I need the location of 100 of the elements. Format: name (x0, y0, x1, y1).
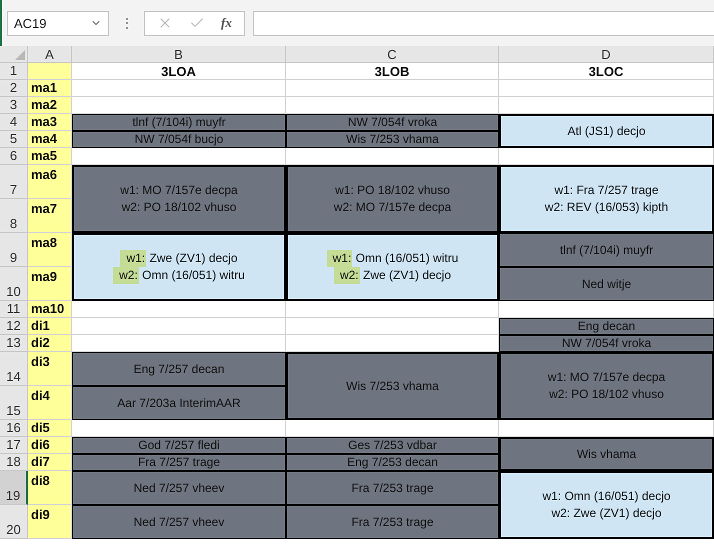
lesson-cell[interactable]: Fra 7/253 trage (286, 471, 499, 505)
period-label: ma8 (28, 233, 72, 267)
week-tag: w1: (120, 250, 146, 267)
row-header[interactable]: 10 (0, 267, 28, 301)
period-label: di6 (28, 437, 72, 454)
row-header[interactable]: 9 (0, 233, 28, 267)
period-label: ma3 (28, 114, 72, 131)
lesson-cell[interactable]: God 7/257 fledi (72, 437, 286, 454)
row-header[interactable]: 2 (0, 80, 28, 97)
period-label: ma4 (28, 131, 72, 148)
lesson-text: God 7/257 fledi (138, 437, 220, 454)
lesson-text: Zwe (ZV1) decjo (148, 250, 238, 267)
column-header[interactable]: B (72, 46, 286, 63)
row-header[interactable]: 3 (0, 97, 28, 114)
lesson-text: NW 7/054f vroka (348, 114, 438, 131)
lesson-cell[interactable]: Ned 7/257 vheev (72, 505, 286, 539)
lesson-cell[interactable]: Wis 7/253 vhama (286, 131, 499, 148)
lesson-text: Omn (16/051) witru (141, 267, 245, 284)
lesson-text: Wis 7/253 vhama (346, 378, 439, 394)
row-header[interactable]: 17 (0, 437, 28, 454)
period-label: di8 (28, 471, 72, 505)
period-label: di7 (28, 454, 72, 471)
lesson-cell[interactable]: Aar 7/203a InterimAAR (72, 386, 286, 420)
lesson-cell[interactable]: w1: MO 7/157e decpa w2: PO 18/102 vhuso (499, 352, 714, 420)
lesson-cell[interactable]: tlnf (7/104i) muyfr (499, 233, 714, 267)
row-header[interactable]: 13 (0, 335, 28, 352)
lesson-text: Ned 7/257 vheev (134, 514, 224, 530)
period-label: ma10 (28, 301, 72, 318)
lesson-cell[interactable]: w1: Omn (16/051) witru w2: Zwe (ZV1) decjo (286, 233, 499, 301)
lesson-cell[interactable]: w1: MO 7/157e decpa w2: PO 18/102 vhuso (72, 165, 286, 233)
row-header[interactable]: 19 (0, 471, 28, 505)
week-tag: w2: (334, 267, 360, 284)
lesson-cell[interactable]: Atl (JS1) decjo (499, 114, 714, 148)
lesson-text: Omn (16/051) witru (354, 250, 458, 267)
lesson-cell[interactable]: NW 7/054f vroka (286, 114, 499, 131)
cell-reference: AC19 (14, 16, 47, 30)
period-label: ma2 (28, 97, 72, 114)
name-box[interactable]: AC19 (7, 10, 109, 36)
row-header[interactable]: 15 (0, 386, 28, 420)
period-label: ma9 (28, 267, 72, 301)
period-label: ma6 (28, 165, 72, 199)
insert-function-button[interactable]: fx (221, 15, 232, 31)
row-header[interactable]: 11 (0, 301, 28, 318)
lesson-cell[interactable]: Ned 7/257 vheev (72, 471, 286, 505)
lesson-text: Wis vhama (576, 446, 636, 462)
corner-triangle-icon (15, 50, 25, 60)
lesson-cell[interactable]: w1: Omn (16/051) decjo w2: Zwe (ZV1) decjo (499, 471, 714, 539)
lesson-text: Atl (JS1) decjo (567, 122, 646, 140)
lesson-text: Eng 7/253 decan (347, 454, 438, 471)
lesson-text: w1: Fra 7/257 trage (554, 182, 659, 199)
column-header[interactable]: D (499, 46, 714, 63)
lesson-cell[interactable]: Fra 7/257 trage (72, 454, 286, 471)
lesson-cell[interactable]: NW 7/054f vroka (499, 335, 714, 352)
lesson-text: Eng 7/257 decan (134, 360, 224, 378)
lesson-cell[interactable]: w1: Zwe (ZV1) decjo w2: Omn (16/051) witru (72, 233, 286, 301)
row-header[interactable]: 5 (0, 131, 28, 148)
lesson-text: w1: PO 18/102 vhuso (335, 182, 450, 199)
lesson-text: NW 7/054f bucjo (134, 131, 224, 148)
lesson-cell[interactable]: Wis 7/253 vhama (286, 352, 499, 420)
lesson-text: w2: PO 18/102 vhuso (122, 199, 236, 216)
lesson-text: Ned 7/257 vheev (134, 480, 224, 496)
row-header[interactable]: 12 (0, 318, 28, 335)
select-all-corner[interactable] (0, 46, 28, 63)
lesson-cell[interactable]: Eng 7/253 decan (286, 454, 499, 471)
row-header[interactable]: 1 (0, 63, 28, 80)
period-label: ma1 (28, 80, 72, 97)
lesson-text: Aar 7/203a InterimAAR (117, 394, 241, 412)
lesson-cell[interactable]: Ges 7/253 vdbar (286, 437, 499, 454)
row-header[interactable]: 6 (0, 148, 28, 165)
lesson-cell[interactable]: Eng decan (499, 318, 714, 335)
period-label: di4 (28, 386, 72, 420)
lesson-text: w2: PO 18/102 vhuso (549, 386, 664, 403)
formula-field[interactable] (252, 10, 714, 36)
lesson-text: w2: REV (16/053) kipth (544, 199, 668, 216)
lesson-text: Ned witje (582, 276, 632, 292)
row-header[interactable]: 20 (0, 505, 28, 539)
column-header[interactable]: C (286, 46, 499, 63)
lesson-text: w1: MO 7/157e decpa (548, 369, 666, 386)
period-label: ma5 (28, 148, 72, 165)
lesson-text: Wis 7/253 vhama (346, 131, 439, 148)
row-header[interactable]: 14 (0, 352, 28, 386)
period-label: di5 (28, 420, 72, 437)
lesson-cell[interactable]: w1: Fra 7/257 trage w2: REV (16/053) kipth (499, 165, 714, 233)
week-tag: w1: (326, 250, 352, 267)
row-header[interactable]: 18 (0, 454, 28, 471)
row-header[interactable]: 8 (0, 199, 28, 233)
row-header[interactable]: 4 (0, 114, 28, 131)
period-label: di3 (28, 352, 72, 386)
lesson-text: Ges 7/253 vdbar (348, 437, 437, 454)
lesson-cell[interactable]: tlnf (7/104i) muyfr (72, 114, 286, 131)
lesson-cell[interactable]: Ned witje (499, 267, 714, 301)
lesson-cell[interactable]: NW 7/054f bucjo (72, 131, 286, 148)
row-header[interactable]: 16 (0, 420, 28, 437)
lesson-cell[interactable]: w1: PO 18/102 vhuso w2: MO 7/157e decpa (286, 165, 499, 233)
lesson-cell[interactable]: Wis vhama (499, 437, 714, 471)
column-header[interactable]: A (28, 46, 72, 63)
lesson-cell[interactable]: Eng 7/257 decan (72, 352, 286, 386)
lesson-text: tlnf (7/104i) muyfr (132, 114, 226, 131)
row-header[interactable]: 7 (0, 165, 28, 199)
lesson-cell[interactable]: Fra 7/253 trage (286, 505, 499, 539)
